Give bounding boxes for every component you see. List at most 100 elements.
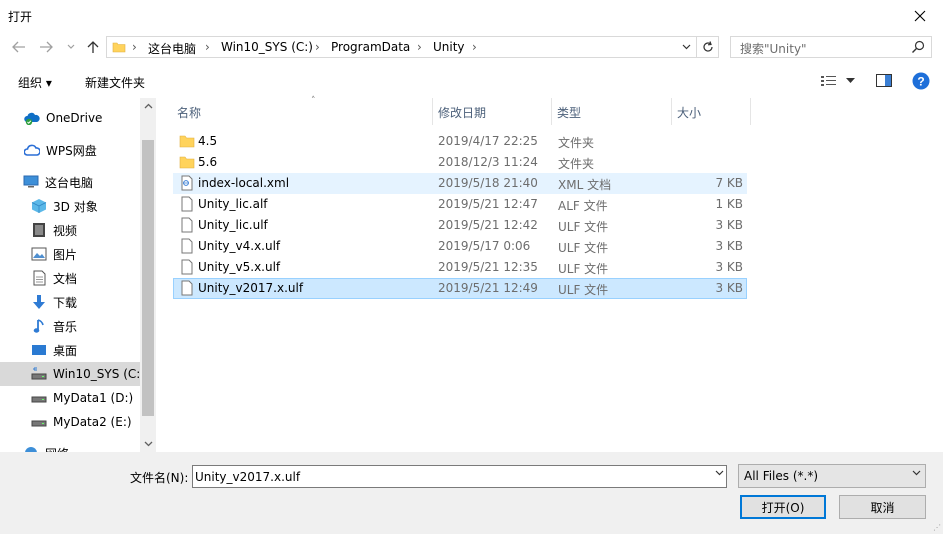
file-type: XML 文档 bbox=[558, 178, 612, 192]
file-row[interactable]: Unity_lic.ulf 2019/5/21 12:42 ULF 文件 3 K… bbox=[173, 215, 747, 236]
nav-item-network[interactable]: 网络 bbox=[0, 441, 140, 452]
file-date: 2019/4/17 22:25 bbox=[438, 134, 538, 148]
file-type: ALF 文件 bbox=[558, 199, 608, 213]
nav-item-3d-objects[interactable]: 3D 对象 bbox=[0, 194, 140, 218]
folder-icon bbox=[179, 135, 195, 148]
file-date: 2019/5/21 12:42 bbox=[438, 218, 538, 232]
scrollbar-thumb[interactable] bbox=[142, 140, 154, 416]
forward-button[interactable] bbox=[38, 39, 54, 55]
navigation-pane[interactable]: OneDrive WPS网盘 这台电脑 3D 对象 视频 图片 文档 下载 音乐… bbox=[0, 98, 156, 452]
help-button[interactable]: ? bbox=[912, 72, 930, 93]
breadcrumb-item[interactable]: 这台电脑 bbox=[148, 40, 196, 57]
folder-icon bbox=[112, 42, 126, 53]
chevron-down-icon[interactable] bbox=[715, 469, 724, 479]
nav-item-drive-d[interactable]: MyData1 (D:) bbox=[0, 386, 140, 410]
breadcrumb-item[interactable]: Win10_SYS (C:) bbox=[221, 40, 313, 54]
arrow-left-icon bbox=[12, 41, 25, 53]
nav-item-label: 文档 bbox=[53, 271, 78, 286]
file-row[interactable]: 5.6 2018/12/3 11:24 文件夹 bbox=[173, 152, 747, 173]
file-row[interactable]: index-local.xml 2019/5/18 21:40 XML 文档 7… bbox=[173, 173, 747, 194]
nav-item-videos[interactable]: 视频 bbox=[0, 218, 140, 242]
back-button[interactable] bbox=[11, 39, 27, 55]
preview-pane-button[interactable] bbox=[876, 74, 892, 90]
nav-item-this-pc[interactable]: 这台电脑 bbox=[0, 170, 140, 194]
nav-item-label: 视频 bbox=[53, 223, 78, 238]
nav-item-onedrive[interactable]: OneDrive bbox=[0, 106, 140, 130]
nav-item-label: 下载 bbox=[53, 295, 78, 310]
cancel-button[interactable]: 取消 bbox=[839, 495, 926, 519]
file-list[interactable]: 名称 ˄ 修改日期 类型 大小 4.5 2019/4/17 22:25 文件夹 … bbox=[157, 96, 943, 452]
nav-item-pictures[interactable]: 图片 bbox=[0, 242, 140, 266]
filename-input[interactable] bbox=[195, 467, 705, 486]
file-row[interactable]: Unity_v5.x.ulf 2019/5/21 12:35 ULF 文件 3 … bbox=[173, 257, 747, 278]
nav-item-label: Win10_SYS (C:) bbox=[53, 367, 145, 381]
file-row-selected[interactable]: Unity_v2017.x.ulf 2019/5/21 12:49 ULF 文件… bbox=[173, 278, 747, 299]
navigation-scrollbar[interactable] bbox=[140, 98, 156, 452]
file-icon bbox=[181, 196, 193, 212]
nav-item-downloads[interactable]: 下载 bbox=[0, 290, 140, 314]
scroll-down-arrow-icon[interactable] bbox=[140, 436, 156, 452]
file-icon bbox=[181, 280, 193, 296]
new-folder-button[interactable]: 新建文件夹 bbox=[85, 74, 145, 91]
chevron-down-icon[interactable] bbox=[682, 44, 691, 50]
file-date: 2019/5/17 0:06 bbox=[438, 239, 531, 253]
chevron-down-icon bbox=[846, 78, 855, 83]
file-size: 3 KB bbox=[715, 239, 743, 253]
file-size: 3 KB bbox=[715, 260, 743, 274]
music-icon bbox=[31, 318, 47, 334]
column-header-name[interactable]: 名称 ˄ bbox=[171, 96, 433, 125]
organize-menu[interactable]: 组织 ▾ bbox=[18, 74, 52, 91]
file-row[interactable]: Unity_v4.x.ulf 2019/5/17 0:06 ULF 文件 3 K… bbox=[173, 236, 747, 257]
file-type: ULF 文件 bbox=[558, 262, 609, 276]
filename-label: 文件名(N): bbox=[130, 471, 189, 485]
file-icon bbox=[181, 238, 193, 254]
up-button[interactable] bbox=[85, 39, 101, 55]
close-button[interactable] bbox=[897, 0, 943, 31]
document-icon bbox=[31, 270, 47, 286]
file-size: 7 KB bbox=[715, 176, 743, 190]
nav-item-label: 图片 bbox=[53, 247, 78, 262]
file-name: index-local.xml bbox=[198, 176, 290, 190]
nav-item-drive-e[interactable]: MyData2 (E:) bbox=[0, 410, 140, 434]
filetype-select[interactable]: All Files (*.*) bbox=[738, 464, 926, 488]
nav-item-drive-c[interactable]: Win10_SYS (C:) bbox=[0, 362, 145, 386]
nav-item-label: MyData2 (E:) bbox=[53, 415, 132, 429]
nav-item-wps-cloud[interactable]: WPS网盘 bbox=[0, 138, 140, 162]
file-row[interactable]: 4.5 2019/4/17 22:25 文件夹 bbox=[173, 131, 747, 152]
column-header-size[interactable]: 大小 bbox=[671, 98, 751, 125]
nav-item-music[interactable]: 音乐 bbox=[0, 314, 140, 338]
column-header-date[interactable]: 修改日期 bbox=[432, 98, 552, 125]
help-icon: ? bbox=[912, 72, 930, 90]
chevron-down-icon bbox=[67, 44, 75, 49]
breadcrumb-separator: › bbox=[472, 40, 477, 54]
file-date: 2019/5/21 12:35 bbox=[438, 260, 538, 274]
open-button[interactable]: 打开(O) bbox=[740, 495, 826, 519]
column-header-label: 名称 bbox=[177, 106, 202, 120]
refresh-icon bbox=[702, 41, 713, 52]
nav-item-documents[interactable]: 文档 bbox=[0, 266, 140, 290]
scroll-up-arrow-icon[interactable] bbox=[140, 98, 156, 114]
nav-item-label: MyData1 (D:) bbox=[53, 391, 134, 405]
folder-icon bbox=[179, 156, 195, 169]
change-view-button[interactable] bbox=[820, 73, 860, 89]
breadcrumb-item[interactable]: Unity bbox=[433, 40, 465, 54]
file-name: Unity_lic.ulf bbox=[198, 218, 268, 232]
search-box[interactable]: 搜索"Unity" bbox=[730, 36, 932, 58]
nav-item-desktop[interactable]: 桌面 bbox=[0, 338, 140, 362]
filename-combobox[interactable] bbox=[192, 465, 727, 488]
column-header-type[interactable]: 类型 bbox=[551, 98, 672, 125]
breadcrumb-item[interactable]: ProgramData bbox=[331, 40, 410, 54]
column-header-label: 类型 bbox=[557, 106, 582, 120]
recent-locations-button[interactable] bbox=[63, 39, 79, 55]
resize-grip-icon[interactable]: ⋰ bbox=[933, 523, 941, 532]
refresh-button[interactable] bbox=[697, 36, 719, 58]
address-bar[interactable]: › 这台电脑 › Win10_SYS (C:) › ProgramData › … bbox=[106, 36, 697, 58]
nav-item-label: OneDrive bbox=[46, 111, 103, 125]
breadcrumb-separator: › bbox=[315, 40, 320, 54]
nav-item-label: 音乐 bbox=[53, 319, 78, 334]
file-row[interactable]: Unity_lic.alf 2019/5/21 12:47 ALF 文件 1 K… bbox=[173, 194, 747, 215]
file-name: Unity_v4.x.ulf bbox=[198, 239, 281, 253]
command-bar: 组织 ▾ 新建文件夹 ? bbox=[0, 63, 943, 98]
nav-item-label: 桌面 bbox=[53, 343, 78, 358]
file-icon bbox=[181, 217, 193, 233]
